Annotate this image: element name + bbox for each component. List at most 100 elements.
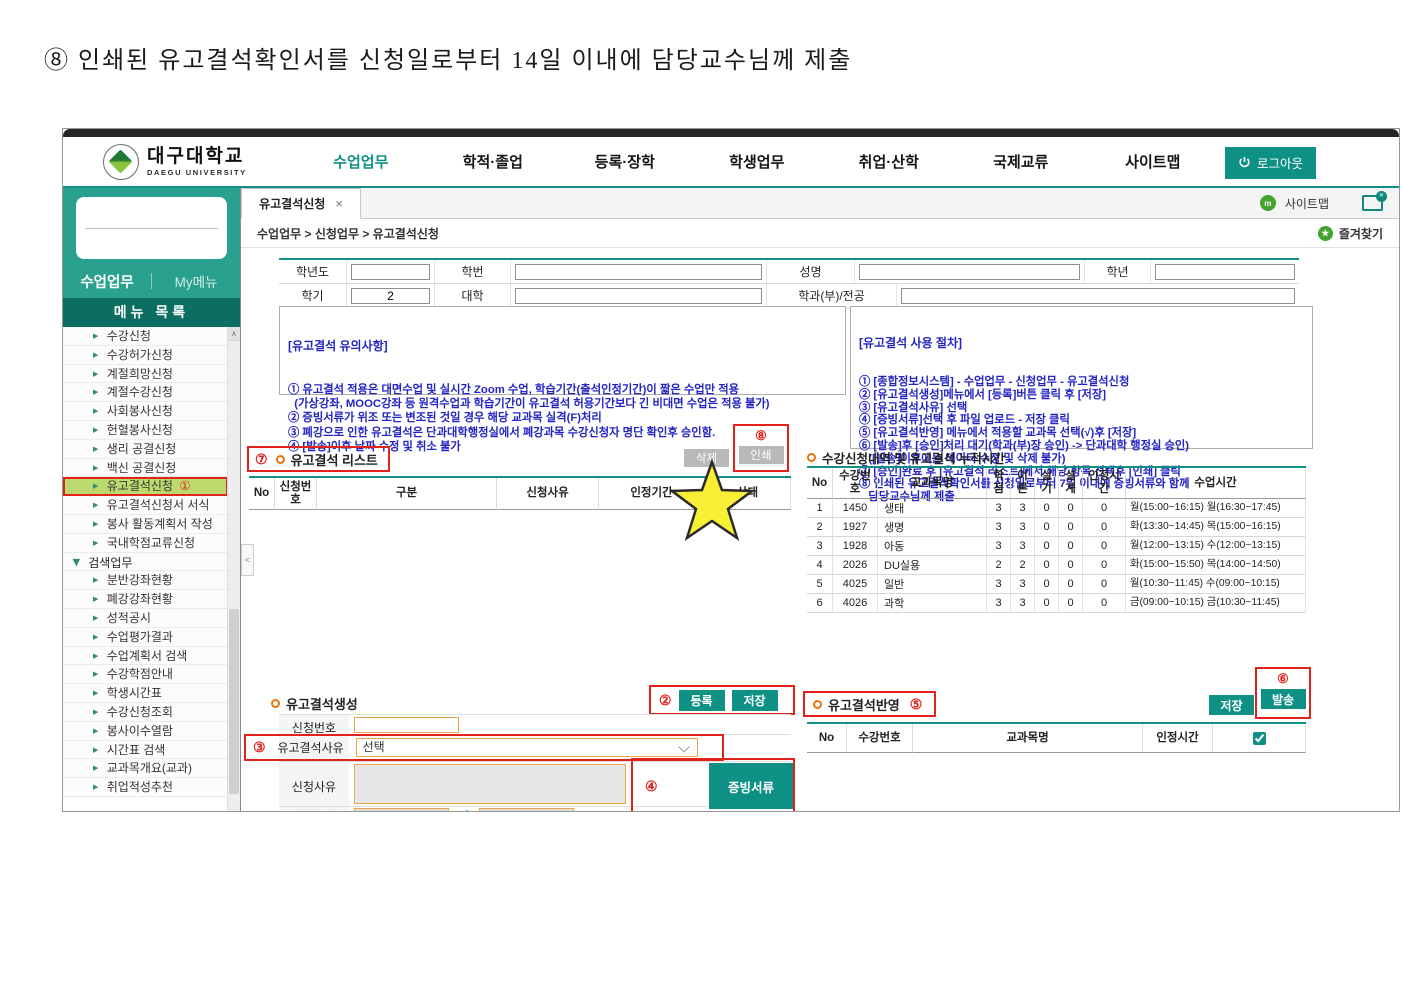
design-hours: 0 xyxy=(1059,594,1083,613)
row-no: 2 xyxy=(807,518,833,537)
annotation-5: ⑤ xyxy=(910,696,923,713)
theory-hours: 3 xyxy=(1011,499,1035,518)
sidebar-menu-item[interactable]: ▶ 계절수강신청 xyxy=(63,383,228,402)
favorite-button[interactable]: ★ 즐겨찾기 xyxy=(1318,225,1383,242)
reflect-save-button[interactable]: 저장 xyxy=(1209,695,1254,715)
practice-hours: 0 xyxy=(1035,518,1059,537)
name-input[interactable] xyxy=(859,264,1080,280)
sidebar-menu-item[interactable]: ▶ 시간표 검색 xyxy=(63,741,228,760)
nav-item[interactable]: 사이트맵 xyxy=(1087,151,1219,172)
enrollment-table: No수강번호교과목명학점이론실기설계인정시간수업시간 1 1450 생태 3 3… xyxy=(807,466,1306,613)
create-save-button[interactable]: 저장 xyxy=(732,690,778,711)
sidebar-menu-item[interactable]: ▶ 수업계획서 검색 xyxy=(63,647,228,666)
sidebar-tab-course-work[interactable]: 수업업무 xyxy=(63,271,151,292)
menu-list-wrap: ▶ 수강신청 ▶ 수강허가신청 ▶ 계절희망신청 xyxy=(63,327,240,812)
credit: 3 xyxy=(987,499,1011,518)
period-start-input[interactable] xyxy=(354,808,449,812)
dept-input[interactable] xyxy=(901,288,1295,304)
notice-title: [유고결석 유의사항] xyxy=(288,339,837,353)
sidebar-menu-item[interactable]: ▶ 학생시간표 xyxy=(63,684,228,703)
sidebar-menu-item[interactable]: ▶ 폐강강좌현황 xyxy=(63,590,228,609)
logout-button[interactable]: 로그아웃 xyxy=(1225,147,1316,179)
practice-hours: 0 xyxy=(1035,575,1059,594)
nav-item[interactable]: 학적·졸업 xyxy=(427,151,559,172)
nav-item[interactable]: 학생업무 xyxy=(691,151,823,172)
sidebar-menu-item[interactable]: ▶ 수업평가결과 xyxy=(63,628,228,647)
sidebar-scrollbar[interactable]: ∧ xyxy=(227,327,240,812)
reflect-select-all-checkbox[interactable] xyxy=(1253,732,1266,745)
notice-line: ① 유고결석 적용은 대면수업 및 실시간 Zoom 수업, 학습기간(출석인정… xyxy=(288,383,837,397)
nav-item[interactable]: 등록·장학 xyxy=(559,151,691,172)
nav-item[interactable]: 국제교류 xyxy=(955,151,1087,172)
college-input[interactable] xyxy=(515,288,762,304)
absence-procedure-box: [유고결석 사용 절차] ① [종합정보시스템] - 수업업무 - 신청업무 -… xyxy=(850,306,1313,449)
menu-arrow-icon: ▶ xyxy=(93,371,98,378)
sidebar-menu-item[interactable]: ▶ 봉사 활동계획서 작성 xyxy=(63,515,228,534)
sidebar-menu-item[interactable]: ▶ 유고결석신청서 서식 xyxy=(63,496,228,515)
sidebar-menu-item[interactable]: ▶ 수강신청조회 xyxy=(63,703,228,722)
course-name: 과학 xyxy=(878,594,987,613)
student-id-input[interactable] xyxy=(515,264,762,280)
breadcrumb-bar: 수업업무 > 신청업무 > 유고결석신청 ★ 즐겨찾기 xyxy=(241,219,1399,248)
tab-absence-application[interactable]: 유고결석신청 × xyxy=(241,188,361,219)
login-info-box xyxy=(76,197,227,259)
menu-arrow-icon: ▶ xyxy=(93,709,98,716)
menu-arrow-icon: ▶ xyxy=(93,671,98,678)
grade-input[interactable] xyxy=(1155,264,1295,280)
sitemap-label[interactable]: 사이트맵 xyxy=(1285,195,1329,212)
enroll-column-header: 설계 xyxy=(1059,468,1083,499)
list-column-header: 신청번호 xyxy=(275,478,317,510)
sidebar-menu-item[interactable]: ▶ 분반강좌현황 xyxy=(63,571,228,590)
reason-type-select[interactable]: 선택 xyxy=(356,738,698,757)
menu-arrow-icon: ▶ xyxy=(93,615,98,622)
send-button[interactable]: 발송 xyxy=(1261,689,1306,709)
sidebar-menu-item[interactable]: ▶ 교과목개요(교과) xyxy=(63,759,228,778)
sidebar-menu-item[interactable]: ▶ 헌혈봉사신청 xyxy=(63,421,228,440)
calendar-icon[interactable] xyxy=(560,811,570,813)
register-button[interactable]: 등록 xyxy=(679,690,725,711)
enroll-column-header: 이론 xyxy=(1011,468,1035,499)
credit: 3 xyxy=(987,575,1011,594)
sidebar-menu-item[interactable]: ▶ 봉사이수열람 xyxy=(63,722,228,741)
sidebar-menu-item[interactable]: ▶ 유고결석신청 ① xyxy=(63,477,228,496)
sidebar-menu-item[interactable]: ▶ 수강학점안내 xyxy=(63,665,228,684)
course-name: 생명 xyxy=(878,518,987,537)
period-end-input[interactable] xyxy=(479,808,574,812)
section-bullet-icon xyxy=(276,455,285,464)
annotation-4: ④ xyxy=(645,778,658,795)
sidebar-menu-item[interactable]: ▶ 백신 공결신청 xyxy=(63,459,228,478)
calendar-icon[interactable] xyxy=(435,811,445,813)
sidebar-menu-item[interactable]: ▶ 국내학점교류신청 xyxy=(63,534,228,553)
menu-arrow-icon: ▶ xyxy=(93,634,98,641)
sidebar-menu-item[interactable]: ▶ 생리 공결신청 xyxy=(63,440,228,459)
menu-arrow-icon: ▶ xyxy=(93,333,98,340)
theory-hours: 2 xyxy=(1011,556,1035,575)
sidebar-menu-item[interactable]: ▶ 수강신청 xyxy=(63,327,228,346)
scrollbar-thumb[interactable] xyxy=(229,609,239,794)
sidebar-menu-item[interactable]: ▶ 성적공시 xyxy=(63,609,228,628)
sitemap-icon[interactable]: m xyxy=(1260,195,1276,211)
university-logo: 대구대학교 DAEGU UNIVERSITY xyxy=(103,144,247,180)
sidebar-collapse-handle[interactable]: < xyxy=(241,544,254,576)
scroll-up-icon[interactable]: ∧ xyxy=(228,327,240,341)
course-code: 2026 xyxy=(833,556,878,575)
procedure-title: [유고결석 사용 절차] xyxy=(859,337,1304,350)
sidebar-menu-item[interactable]: ▶ 검색업무 xyxy=(63,553,228,572)
sidebar-tab-my-menu[interactable]: My메뉴 xyxy=(152,271,240,291)
apply-no-input[interactable] xyxy=(354,717,459,733)
window-close-icon[interactable] xyxy=(1362,195,1383,211)
term-input[interactable] xyxy=(351,288,430,304)
tab-close-icon[interactable]: × xyxy=(335,196,343,211)
reason-textarea[interactable] xyxy=(354,764,626,804)
nav-item[interactable]: 수업업무 xyxy=(295,151,427,172)
year-input[interactable] xyxy=(351,264,430,280)
nav-item[interactable]: 취업·산학 xyxy=(823,151,955,172)
sidebar-menu-item[interactable]: ▶ 취업적성추천 xyxy=(63,778,228,797)
sidebar-menu-item[interactable]: ▶ 계절희망신청 xyxy=(63,365,228,384)
enroll-column-header: 실기 xyxy=(1035,468,1059,499)
absence-list-header: ⑦ 유고결석 리스트 xyxy=(247,446,390,472)
evidence-button[interactable]: 증빙서류 xyxy=(709,763,793,809)
course-name: 아동 xyxy=(878,537,987,556)
sidebar-menu-item[interactable]: ▶ 사회봉사신청 xyxy=(63,402,228,421)
sidebar-menu-item[interactable]: ▶ 수강허가신청 xyxy=(63,346,228,365)
